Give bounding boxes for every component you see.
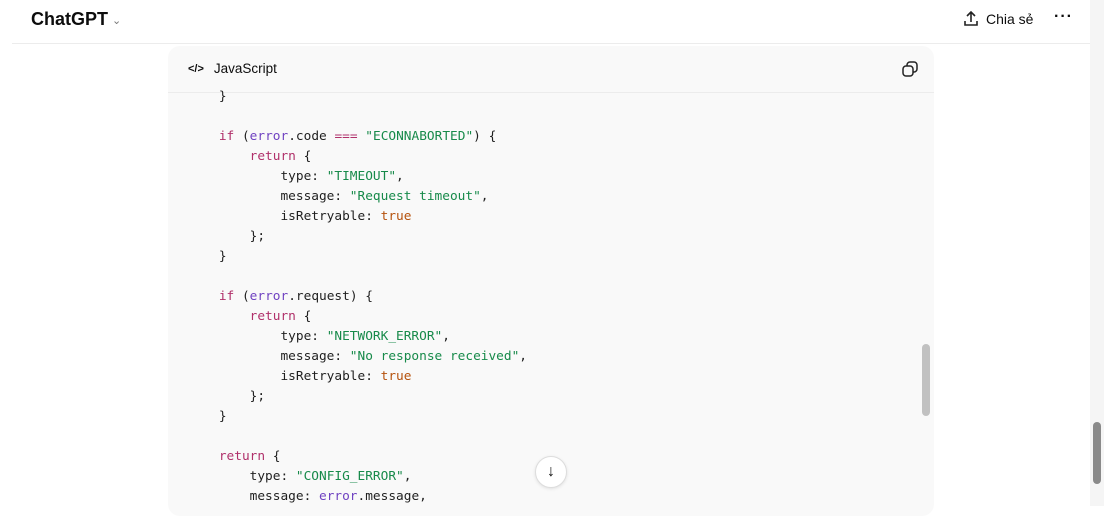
model-selector[interactable]: ChatGPT ⌄ — [31, 9, 121, 30]
code-token: isRetryable: — [188, 209, 381, 224]
code-scrollbar-thumb[interactable] — [922, 344, 930, 416]
code-token: "CONFIG_ERROR" — [295, 469, 404, 484]
code-token: .code — [288, 129, 335, 144]
code-content: } if (error.code === "ECONNABORTED") { r… — [188, 87, 527, 507]
code-token: } — [188, 249, 227, 264]
code-line: return { — [188, 447, 527, 467]
code-token: return — [249, 149, 296, 164]
code-line: } — [188, 407, 527, 427]
header-divider — [12, 43, 1090, 44]
code-block-header: </> JavaScript — [168, 46, 934, 93]
code-token: { — [295, 309, 312, 324]
page-scrollbar-thumb[interactable] — [1093, 422, 1101, 484]
code-token: === — [334, 129, 358, 144]
code-token: error — [249, 289, 289, 304]
code-line: message: "No response received", — [188, 347, 527, 367]
top-bar: ChatGPT ⌄ Chia sẻ ··· — [0, 0, 1090, 44]
code-icon: </> — [188, 62, 204, 75]
scroll-down-button[interactable]: ↓ — [535, 456, 567, 488]
code-token: true — [380, 369, 412, 384]
code-token: ( — [234, 289, 250, 304]
code-token: "ECONNABORTED" — [365, 129, 474, 144]
code-token: if — [218, 289, 235, 304]
code-token: error — [318, 489, 358, 504]
page-scrollbar[interactable] — [1090, 0, 1104, 506]
code-token: "TIMEOUT" — [326, 169, 397, 184]
app-title: ChatGPT — [31, 9, 109, 29]
code-token: , — [403, 469, 412, 484]
code-line: type: "CONFIG_ERROR", — [188, 467, 527, 487]
code-token: , — [519, 349, 528, 364]
code-token: .request) { — [288, 289, 373, 304]
copy-code-icon[interactable] — [901, 60, 919, 78]
code-line: }; — [188, 387, 527, 407]
code-token: message: — [188, 189, 350, 204]
code-token: type: — [188, 469, 296, 484]
code-token: , — [396, 169, 404, 184]
code-token: .message, — [357, 489, 427, 504]
code-line: message: "Request timeout", — [188, 187, 527, 207]
code-line: } — [188, 247, 527, 267]
code-token: ) { — [473, 129, 497, 144]
code-token: isRetryable: — [188, 369, 381, 384]
code-line: isRetryable: true — [188, 207, 527, 227]
code-block: </> JavaScript } if (error.code === "ECON… — [168, 46, 934, 516]
share-button[interactable]: Chia sẻ — [962, 10, 1033, 28]
more-options-button[interactable]: ··· — [1054, 8, 1073, 26]
code-line: return { — [188, 307, 527, 327]
code-token: message: — [188, 349, 350, 364]
share-label: Chia sẻ — [986, 11, 1034, 27]
chevron-down-icon: ⌄ — [112, 15, 122, 27]
code-line: type: "NETWORK_ERROR", — [188, 327, 527, 347]
code-line: if (error.code === "ECONNABORTED") { — [188, 127, 527, 147]
code-token: return — [218, 449, 266, 464]
code-token: error — [249, 129, 289, 144]
code-token: if — [218, 129, 235, 144]
code-token: "No response received" — [349, 349, 520, 364]
code-token: }; — [188, 229, 266, 244]
code-line: return { — [188, 147, 527, 167]
code-token: type: — [188, 169, 327, 184]
share-icon — [964, 10, 978, 26]
code-token: return — [249, 309, 296, 324]
code-line: if (error.request) { — [188, 287, 527, 307]
code-line: type: "TIMEOUT", — [188, 167, 527, 187]
code-token: "Request timeout" — [349, 189, 481, 204]
code-line: }; — [188, 227, 527, 247]
code-token: }; — [188, 389, 266, 404]
code-token: type: — [188, 329, 327, 344]
code-line: isRetryable: true — [188, 367, 527, 387]
code-token: ( — [234, 129, 250, 144]
code-scrollbar[interactable] — [922, 94, 930, 514]
code-language: JavaScript — [213, 61, 277, 76]
code-token: { — [295, 149, 312, 164]
code-token: { — [265, 449, 281, 464]
code-token: message: — [188, 489, 319, 504]
code-token: , — [442, 329, 450, 344]
code-line: } — [188, 87, 527, 107]
code-line: message: error.message, — [188, 487, 527, 507]
code-token: true — [380, 209, 412, 224]
code-token: "NETWORK_ERROR" — [326, 329, 443, 344]
code-token: } — [188, 89, 227, 104]
arrow-down-icon: ↓ — [547, 463, 555, 480]
code-token: , — [480, 189, 489, 204]
code-token: } — [188, 409, 227, 424]
